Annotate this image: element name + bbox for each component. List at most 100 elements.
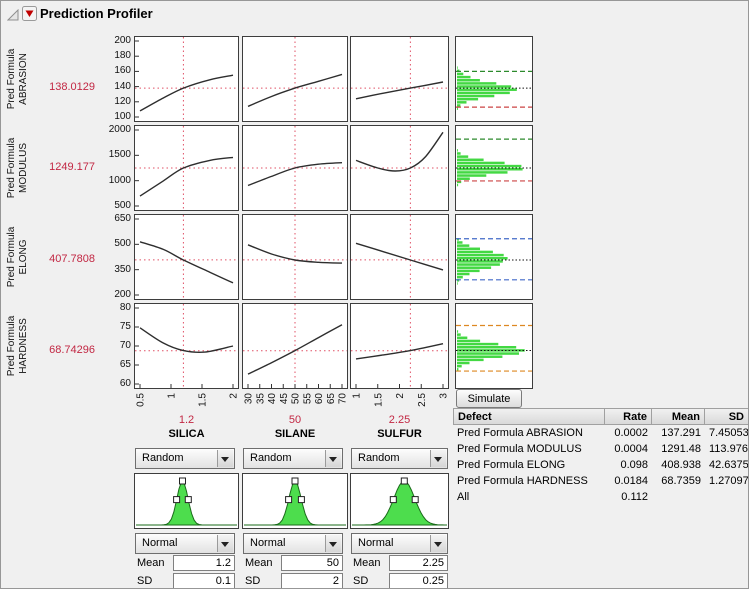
dropdown-arrow-icon [430,450,446,467]
dropdown-arrow-icon [430,535,446,552]
outline-title-bar: Prediction Profiler [1,1,748,27]
profile-cell-abrasion-silane[interactable] [243,37,347,121]
y-tick-label: 500 [97,238,131,249]
x-tick-labels: 11.522.53 [351,390,448,414]
factor-silane-mean-field[interactable] [281,555,343,571]
profile-cell-hardness-silane[interactable] [243,304,347,388]
factor-silica-random-dropdown[interactable]: Random [135,448,235,469]
svg-text:Pred Formula: Pred Formula [6,315,17,376]
svg-text:1: 1 [166,393,177,399]
defect-table-row: Pred Formula HARDNESS0.018468.73591.2709… [453,473,749,489]
simulate-button[interactable]: Simulate [456,389,522,408]
y-tick-label: 200 [97,35,131,46]
y-tick-label: 200 [97,289,131,300]
profile-cell-abrasion-sulfur[interactable] [351,37,448,121]
x-tick-labels: 0.511.52 [135,390,238,414]
factor-silica-mean-field[interactable] [173,555,235,571]
dropdown-arrow-icon [325,535,341,552]
response-current-value[interactable]: 1249.177 [35,161,95,173]
factor-current-value[interactable]: 1.2 [135,414,238,426]
svg-text:50: 50 [291,393,302,405]
defect-table-row: All0.112 [453,489,749,505]
sd-label: SD [353,575,368,587]
response-current-value[interactable]: 138.0129 [35,81,95,93]
defect-table-cell: 1.27097 [705,473,749,489]
simulation-histogram-elong [456,215,532,299]
defect-table-cell: 0.0004 [605,441,652,457]
profile-cell-hardness-silica[interactable] [135,304,238,388]
y-tick-label: 60 [97,378,131,389]
factor-sulfur-distribution-graph[interactable] [351,474,448,528]
profile-cell-modulus-sulfur[interactable] [351,126,448,210]
factor-sulfur-distribution-dropdown[interactable]: Normal [351,533,448,554]
red-triangle-menu-button[interactable] [22,6,37,21]
svg-text:1.5: 1.5 [373,393,384,407]
defect-table-cell: All [453,489,605,505]
defect-table-cell: 137.291 [652,425,705,441]
defect-table-cell: 408.938 [652,457,705,473]
mean-label: Mean [353,557,381,569]
factor-current-value[interactable]: 50 [243,414,347,426]
defect-table-cell: 1291.48 [652,441,705,457]
response-current-value[interactable]: 68.74296 [35,344,95,356]
profile-cell-modulus-silica[interactable] [135,126,238,210]
factor-silane-distribution-dropdown[interactable]: Normal [243,533,343,554]
y-tick-label: 180 [97,50,131,61]
factor-silica-sd-field[interactable] [173,573,235,589]
factor-sulfur-mean-field[interactable] [389,555,448,571]
defect-table-row: Pred Formula ELONG0.098408.93842.6375 [453,457,749,473]
profile-cell-modulus-silane[interactable] [243,126,347,210]
factor-silica-distribution-dropdown-label: Normal [142,537,177,549]
factor-sulfur-random-dropdown-label: Random [358,452,400,464]
profile-cell-elong-silica[interactable] [135,215,238,299]
factor-sulfur-distribution-dropdown-label: Normal [358,537,393,549]
page-title: Prediction Profiler [40,6,153,21]
y-tick-label: 500 [97,200,131,211]
sd-label: SD [137,575,152,587]
response-axis-label: Pred FormulaELONG [3,215,35,299]
svg-text:2: 2 [229,393,240,399]
factor-sulfur-random-dropdown[interactable]: Random [351,448,448,469]
mean-label: Mean [137,557,165,569]
factor-name: SILANE [243,428,347,440]
factor-current-value[interactable]: 2.25 [351,414,448,426]
svg-text:Pred Formula: Pred Formula [6,226,17,287]
factor-silane-sd-field[interactable] [281,573,343,589]
sd-label: SD [245,575,260,587]
svg-text:1.5: 1.5 [198,393,209,407]
factor-silane-distribution-graph[interactable] [243,474,347,528]
factor-silica-distribution-graph[interactable] [135,474,238,528]
defect-table-cell: 68.7359 [652,473,705,489]
defect-table-cell: Pred Formula MODULUS [453,441,605,457]
factor-silica-distribution-dropdown[interactable]: Normal [135,533,235,554]
profile-cell-elong-sulfur[interactable] [351,215,448,299]
factor-name: SILICA [135,428,238,440]
profile-cell-hardness-sulfur[interactable] [351,304,448,388]
defect-table-header-cell: Rate [605,408,652,425]
svg-text:55: 55 [302,393,313,405]
svg-text:1: 1 [352,393,363,399]
defect-table-cell: Pred Formula ELONG [453,457,605,473]
y-tick-label: 75 [97,321,131,332]
defect-table-cell: 0.098 [605,457,652,473]
defect-table-cell: 0.0002 [605,425,652,441]
defect-table-cell [652,489,705,505]
svg-text:30: 30 [244,393,255,405]
profile-cell-abrasion-silica[interactable] [135,37,238,121]
dropdown-arrow-icon [217,450,233,467]
profile-cell-elong-silane[interactable] [243,215,347,299]
disclosure-triangle-icon[interactable] [7,9,19,21]
svg-text:45: 45 [279,393,290,405]
svg-text:ABRASION: ABRASION [18,53,29,105]
response-axis-label: Pred FormulaHARDNESS [3,304,35,388]
y-tick-label: 1500 [97,149,131,160]
svg-text:70: 70 [338,393,349,405]
factor-silane-random-dropdown-label: Random [250,452,292,464]
factor-sulfur-sd-field[interactable] [389,573,448,589]
factor-silane-random-dropdown[interactable]: Random [243,448,343,469]
response-current-value[interactable]: 407.7808 [35,253,95,265]
svg-text:HARDNESS: HARDNESS [18,318,29,374]
defect-table-row: Pred Formula ABRASION0.0002137.2917.4505… [453,425,749,441]
svg-text:3: 3 [439,393,450,399]
y-tick-label: 160 [97,65,131,76]
